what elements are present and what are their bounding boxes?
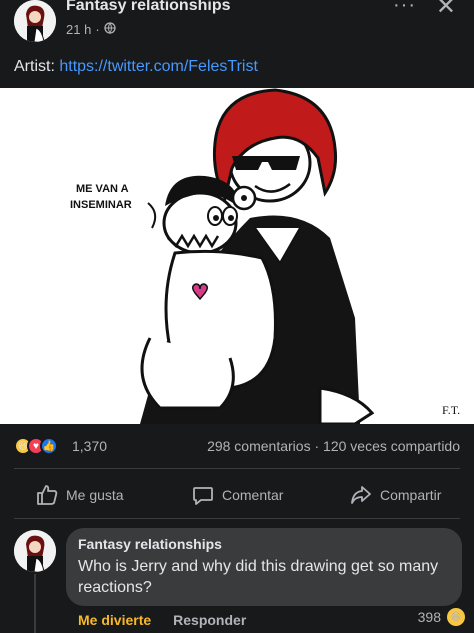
more-options-button[interactable]: ··· bbox=[393, 0, 416, 17]
reaction-count[interactable]: 1,370 bbox=[72, 438, 107, 454]
caption-text: Artist: bbox=[14, 58, 60, 75]
post-time[interactable]: 21 h bbox=[66, 22, 91, 37]
divider bbox=[14, 518, 460, 519]
share-icon bbox=[350, 484, 372, 506]
artist-signature: F.T. bbox=[442, 403, 460, 417]
close-button[interactable]: ✕ bbox=[436, 0, 456, 21]
comment-reactions[interactable]: 398 😆 bbox=[417, 608, 465, 626]
page-name[interactable]: Fantasy relationships bbox=[66, 0, 231, 15]
speech-line-2: INSEMINAR bbox=[70, 199, 132, 211]
comment-text: Who is Jerry and why did this drawing ge… bbox=[78, 558, 439, 596]
divider bbox=[14, 468, 460, 469]
thread-line bbox=[34, 574, 36, 633]
haha-reaction-icon: 😆 bbox=[447, 608, 465, 626]
artist-link[interactable]: https://twitter.com/FelesTrist bbox=[59, 58, 258, 75]
engagement-counts: 298 comentarios · 120 veces compartido bbox=[207, 438, 460, 454]
reaction-icons[interactable]: 😆 ♥ 👍 bbox=[14, 437, 58, 455]
post-image[interactable]: ME VAN A INSEMINAR F.T. bbox=[0, 88, 474, 424]
post-caption: Artist: https://twitter.com/FelesTrist bbox=[14, 58, 258, 76]
comment-bubble: Fantasy relationships Who is Jerry and w… bbox=[66, 528, 462, 606]
post-header: Fantasy relationships 21 h · ··· ✕ bbox=[0, 0, 474, 50]
comment-avatar[interactable] bbox=[14, 530, 56, 572]
share-label: Compartir bbox=[380, 487, 442, 503]
comment-button[interactable]: Comentar bbox=[192, 484, 283, 506]
share-button[interactable]: Compartir bbox=[350, 484, 441, 506]
comment-actions: Me divierte Responder bbox=[78, 612, 246, 628]
post-meta: 21 h · bbox=[66, 22, 116, 37]
share-count[interactable]: 120 veces compartido bbox=[323, 438, 460, 454]
like-button[interactable]: Me gusta bbox=[36, 484, 124, 506]
like-label: Me gusta bbox=[66, 487, 124, 503]
thumbs-up-icon bbox=[36, 484, 58, 506]
comment-author[interactable]: Fantasy relationships bbox=[78, 536, 450, 552]
comment-reaction-button[interactable]: Me divierte bbox=[78, 612, 151, 628]
post-stats: 😆 ♥ 👍 1,370 298 comentarios · 120 veces … bbox=[0, 434, 474, 460]
page-avatar[interactable] bbox=[14, 0, 56, 42]
reply-button[interactable]: Responder bbox=[173, 612, 246, 628]
comment-icon bbox=[192, 484, 214, 506]
comment-label: Comentar bbox=[222, 487, 284, 503]
like-reaction-icon: 👍 bbox=[40, 437, 58, 455]
globe-icon bbox=[104, 22, 116, 37]
speech-line-1: ME VAN A bbox=[76, 183, 129, 195]
post-actions: Me gusta Comentar Compartir bbox=[0, 478, 474, 514]
comment-reaction-count: 398 bbox=[417, 609, 441, 625]
meta-dot: · bbox=[95, 22, 100, 37]
comment-count[interactable]: 298 comentarios bbox=[207, 438, 311, 454]
stats-separator: · bbox=[314, 438, 320, 454]
